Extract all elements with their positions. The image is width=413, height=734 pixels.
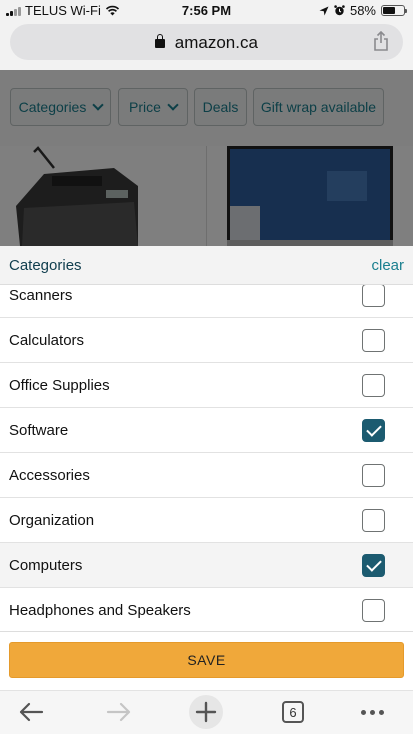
checkbox[interactable] — [362, 599, 385, 622]
checkbox[interactable] — [362, 285, 385, 307]
status-right: 58% — [319, 3, 407, 18]
more-options-icon[interactable] — [361, 710, 384, 715]
category-list[interactable]: Scanners Calculators Office Supplies Sof… — [0, 285, 413, 631]
category-label: Accessories — [9, 467, 90, 484]
category-label: Office Supplies — [9, 377, 110, 394]
checkbox[interactable] — [362, 509, 385, 532]
save-bar: SAVE — [0, 631, 413, 690]
url-text: amazon.ca — [174, 33, 258, 52]
back-arrow-icon[interactable] — [18, 702, 44, 722]
forward-arrow-icon[interactable] — [106, 702, 132, 722]
checkbox[interactable] — [362, 374, 385, 397]
checkbox[interactable] — [362, 554, 385, 577]
lock-icon — [155, 34, 166, 48]
category-row-accessories[interactable]: Accessories — [0, 453, 413, 498]
category-row-headphones-and-speakers[interactable]: Headphones and Speakers — [0, 588, 413, 631]
category-label: Headphones and Speakers — [9, 602, 191, 619]
checkbox[interactable] — [362, 419, 385, 442]
clear-button[interactable]: clear — [371, 257, 404, 274]
tab-switcher-button[interactable]: 6 — [282, 701, 304, 723]
dim-overlay[interactable] — [0, 70, 413, 246]
category-row-office-supplies[interactable]: Office Supplies — [0, 363, 413, 408]
plus-icon — [195, 701, 217, 723]
battery-icon — [381, 5, 407, 16]
category-label: Software — [9, 422, 69, 439]
browser-address-area: amazon.ca — [0, 22, 413, 70]
sheet-title: Categories — [9, 257, 82, 274]
sheet-header: Categories clear — [0, 246, 413, 285]
location-arrow-icon — [319, 6, 329, 15]
alarm-icon — [334, 5, 345, 16]
share-icon[interactable] — [373, 31, 389, 51]
category-row-computers[interactable]: Computers — [0, 543, 413, 588]
category-row-calculators[interactable]: Calculators — [0, 318, 413, 363]
page-background: Categories Price Deals Gift wrap availab… — [0, 70, 413, 246]
status-bar: TELUS Wi-Fi 7:56 PM 58% — [0, 0, 413, 22]
category-label: Computers — [9, 557, 83, 574]
category-filter-sheet: Categories clear Scanners Calculators Of… — [0, 246, 413, 690]
category-row-software[interactable]: Software — [0, 408, 413, 453]
save-button[interactable]: SAVE — [9, 642, 404, 678]
category-row-scanners[interactable]: Scanners — [0, 285, 413, 318]
browser-toolbar: 6 — [0, 690, 413, 734]
new-tab-button[interactable] — [189, 695, 223, 729]
checkbox[interactable] — [362, 329, 385, 352]
category-row-organization[interactable]: Organization — [0, 498, 413, 543]
checkbox[interactable] — [362, 464, 385, 487]
address-bar[interactable]: amazon.ca — [10, 24, 403, 60]
category-label: Scanners — [9, 287, 73, 304]
battery-percent: 58% — [349, 3, 376, 18]
category-label: Calculators — [9, 332, 85, 349]
category-label: Organization — [9, 512, 95, 529]
